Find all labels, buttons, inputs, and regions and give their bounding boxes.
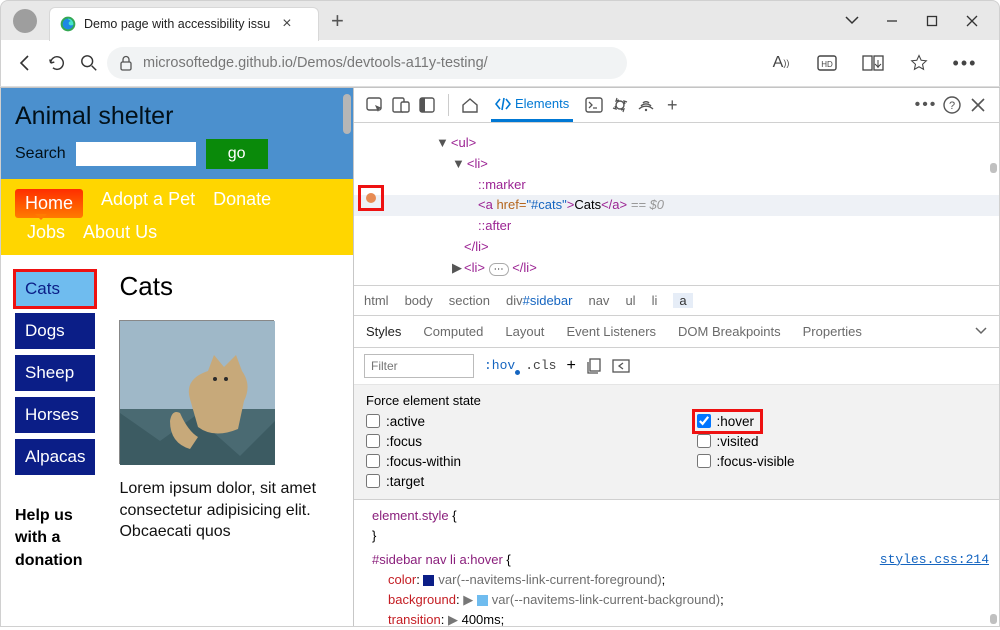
close-window-icon[interactable] xyxy=(965,14,979,28)
force-state-panel: Force element state :active :hover :focu… xyxy=(354,385,999,500)
network-tab[interactable] xyxy=(633,93,659,117)
search-label: Search xyxy=(15,145,66,163)
breadcrumb[interactable]: html body section div#sidebar nav ul li … xyxy=(354,285,999,316)
edge-icon xyxy=(60,16,76,32)
tab-styles[interactable]: Styles xyxy=(366,324,401,339)
back-button[interactable] xyxy=(9,47,41,79)
tab-properties[interactable]: Properties xyxy=(803,324,862,339)
devtools-more-icon[interactable]: ••• xyxy=(913,93,939,117)
scrollbar[interactable] xyxy=(990,163,997,173)
tab-dom-bp[interactable]: DOM Breakpoints xyxy=(678,324,781,339)
search-input[interactable] xyxy=(76,142,196,166)
svg-text:HD: HD xyxy=(821,60,833,69)
url-text: microsoftedge.github.io/Demos/devtools-a… xyxy=(143,55,488,71)
sidebar-item-sheep[interactable]: Sheep xyxy=(15,355,95,391)
tab-layout[interactable]: Layout xyxy=(505,324,544,339)
more-icon[interactable]: ••• xyxy=(949,47,981,79)
devtools-tabbar: Elements + ••• ? xyxy=(354,88,999,123)
reader-icon[interactable] xyxy=(857,47,889,79)
tab-title: Demo page with accessibility issu xyxy=(84,17,270,31)
search-icon[interactable] xyxy=(73,47,105,79)
cat-image xyxy=(119,320,274,464)
sidebar-item-horses[interactable]: Horses xyxy=(15,397,95,433)
nav-home[interactable]: Home xyxy=(15,189,83,218)
sources-tab[interactable] xyxy=(607,93,633,117)
minimize-icon[interactable] xyxy=(885,14,899,28)
chevron-down-icon[interactable] xyxy=(845,14,859,28)
profile-avatar[interactable] xyxy=(13,9,37,33)
main-nav: Home Adopt a Pet Donate Jobs About Us xyxy=(1,179,353,255)
hov-toggle[interactable]: :hov xyxy=(484,358,515,373)
tab-elements[interactable]: Elements xyxy=(491,88,573,122)
maximize-icon[interactable] xyxy=(925,14,939,28)
sidebar-item-alpacas[interactable]: Alpacas xyxy=(15,439,95,475)
state-hover[interactable]: :hover xyxy=(695,412,761,431)
page-title: Animal shelter xyxy=(15,102,339,131)
state-focus-visible[interactable]: :focus-visible xyxy=(697,454,988,469)
address-bar: microsoftedge.github.io/Demos/devtools-a… xyxy=(0,40,1000,86)
sidebar-item-dogs[interactable]: Dogs xyxy=(15,313,95,349)
sidebar: Cats Dogs Sheep Horses Alpacas Help us w… xyxy=(15,271,95,572)
more-tabs-icon[interactable]: + xyxy=(659,93,685,117)
sidebar-item-cats[interactable]: Cats xyxy=(15,271,95,307)
url-field[interactable]: microsoftedge.github.io/Demos/devtools-a… xyxy=(107,47,627,79)
cls-toggle[interactable]: .cls xyxy=(525,358,556,373)
dock-icon[interactable] xyxy=(414,93,440,117)
styles-toolbar: :hov .cls + xyxy=(354,348,999,385)
hd-icon[interactable]: HD xyxy=(811,47,843,79)
rendered-page: Animal shelter Search go Home Adopt a Pe… xyxy=(1,88,354,626)
read-aloud-icon[interactable]: A)) xyxy=(765,47,797,79)
refresh-button[interactable] xyxy=(41,47,73,79)
state-target[interactable]: :target xyxy=(366,474,657,489)
state-focus[interactable]: :focus xyxy=(366,434,657,449)
donation-text: Help us with a donation xyxy=(15,505,95,572)
styles-tabbar: Styles Computed Layout Event Listeners D… xyxy=(354,316,999,348)
favorite-icon[interactable] xyxy=(903,47,935,79)
tab-computed[interactable]: Computed xyxy=(423,324,483,339)
svg-text:?: ? xyxy=(949,100,955,112)
go-button[interactable]: go xyxy=(206,139,268,169)
content-text: Lorem ipsum dolor, sit amet consectetur … xyxy=(119,478,343,543)
nav-about[interactable]: About Us xyxy=(83,222,157,243)
close-devtools-icon[interactable] xyxy=(965,93,991,117)
tab-listeners[interactable]: Event Listeners xyxy=(566,324,656,339)
css-rules[interactable]: element.style { } #sidebar nav li a:hove… xyxy=(354,500,999,630)
console-tab[interactable] xyxy=(581,93,607,117)
force-state-title: Force element state xyxy=(366,393,987,408)
source-link[interactable]: styles.css:214 xyxy=(880,550,989,570)
content-heading: Cats xyxy=(119,271,343,302)
nav-donate[interactable]: Donate xyxy=(213,189,271,218)
copy-icon[interactable] xyxy=(586,358,602,374)
new-rule-icon[interactable]: + xyxy=(566,357,575,375)
computed-icon[interactable] xyxy=(612,359,630,373)
highlight-marker xyxy=(358,185,384,211)
help-icon[interactable]: ? xyxy=(939,93,965,117)
devtools-panel: Elements + ••• ? ▼<ul> ▼<li> ::marker <a… xyxy=(354,88,999,626)
device-icon[interactable] xyxy=(388,93,414,117)
state-visited[interactable]: :visited xyxy=(697,434,988,449)
scrollbar[interactable] xyxy=(343,94,351,134)
nav-adopt[interactable]: Adopt a Pet xyxy=(101,189,195,218)
state-focus-within[interactable]: :focus-within xyxy=(366,454,657,469)
scrollbar[interactable] xyxy=(990,614,997,624)
chevron-down-icon[interactable] xyxy=(975,327,987,335)
close-icon[interactable]: × xyxy=(282,15,291,33)
inspect-icon[interactable] xyxy=(362,93,388,117)
browser-tab[interactable]: Demo page with accessibility issu × xyxy=(49,7,319,41)
filter-input[interactable] xyxy=(364,354,474,378)
dom-tree[interactable]: ▼<ul> ▼<li> ::marker <a href="#cats">Cat… xyxy=(354,123,999,285)
window-titlebar: Demo page with accessibility issu × + xyxy=(0,0,1000,40)
state-active[interactable]: :active xyxy=(366,414,657,429)
welcome-tab[interactable] xyxy=(457,93,483,117)
new-tab-button[interactable]: + xyxy=(331,8,344,34)
